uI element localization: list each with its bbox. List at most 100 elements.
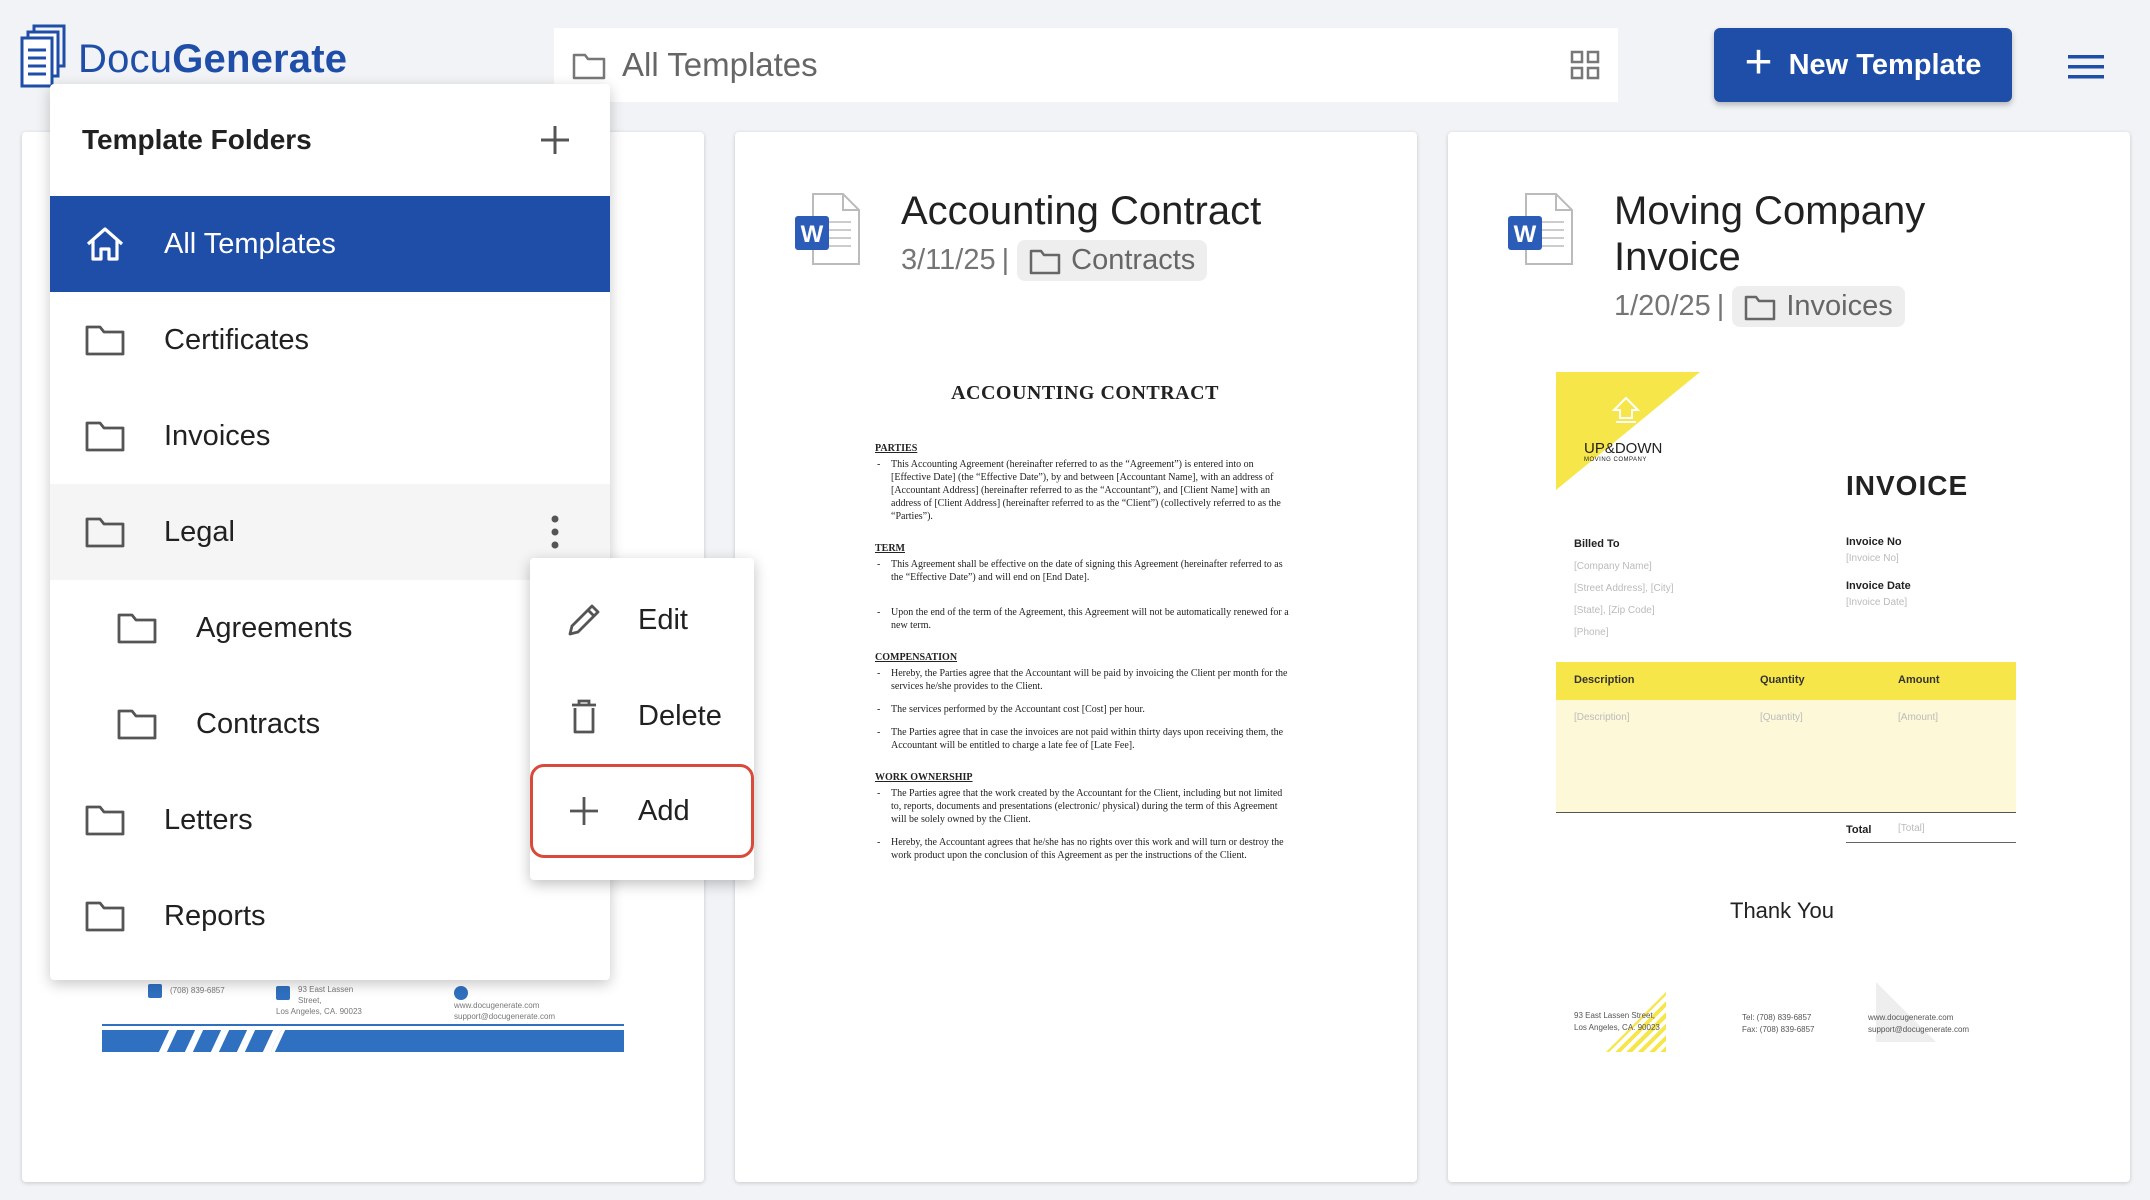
folder-label: Certificates [164, 323, 310, 356]
template-date: 1/20/25 [1614, 290, 1711, 322]
cell-placeholder: [Quantity] [1760, 712, 1803, 723]
menu-item-label: Edit [638, 603, 688, 636]
invoice-date-placeholder: [Invoice Date] [1846, 597, 1908, 608]
preview-section-heading: TERM [875, 543, 905, 554]
folder-item-reports[interactable]: Reports [50, 868, 610, 964]
col-header: Quantity [1760, 674, 1805, 686]
folder-icon [572, 53, 606, 80]
menu-item-delete[interactable]: Delete [530, 668, 754, 764]
folder-icon [117, 613, 157, 644]
hamburger-menu-icon[interactable] [2068, 54, 2104, 80]
col-header: Amount [1898, 674, 1940, 686]
document-preview: ACCOUNTING CONTRACT PARTIES This Account… [875, 382, 1295, 872]
folder-item-agreements[interactable]: Agreements [50, 580, 610, 676]
folder-item-all-templates[interactable]: All Templates [50, 196, 610, 292]
preview-paragraph: The Parties agree that in case the invoi… [875, 726, 1295, 752]
preview-section-heading: PARTIES [875, 443, 918, 454]
separator: | [1716, 290, 1725, 322]
current-folder-label: All Templates [622, 46, 818, 83]
footer-web: www.docugenerate.com support@docugenerate… [1868, 1013, 1970, 1034]
trash-icon [572, 699, 596, 734]
invoice-table: Description Quantity Amount [Description… [1556, 662, 2016, 812]
folder-label: All Templates [164, 227, 336, 260]
col-header: Description [1574, 674, 1635, 686]
folder-icon [85, 325, 125, 356]
preview-paragraph: The Parties agree that the work created … [875, 787, 1295, 826]
document-stack-icon [20, 24, 66, 88]
total-placeholder: [Total] [1898, 823, 1925, 834]
menu-item-label: Add [638, 794, 690, 827]
folder-icon [85, 421, 125, 452]
preview-section-heading: WORK OWNERSHIP [875, 772, 973, 783]
app-brand: DocuGenerate [78, 36, 348, 81]
footer-phone: Tel: (708) 839-6857 Fax: (708) 839-6857 [1742, 1013, 1815, 1034]
footer-address: 93 East Lassen Street, Los Angeles, CA. 9… [1574, 1011, 1660, 1032]
folder-label: Legal [164, 515, 235, 548]
folder-label: Reports [164, 899, 266, 932]
template-date: 3/11/25 [901, 244, 996, 276]
card-footer-phone: (708) 839-6857 [148, 984, 225, 998]
template-card[interactable]: W Accounting Contract 3/11/25 | Contract… [735, 132, 1417, 1182]
thank-you-text: Thank You [1730, 898, 1834, 923]
word-document-icon: W [1508, 193, 1573, 265]
new-template-label: New Template [1788, 48, 1982, 81]
folder-icon [85, 901, 125, 932]
invoice-no-placeholder: [Invoice No] [1846, 553, 1899, 564]
folder-item-invoices[interactable]: Invoices [50, 388, 610, 484]
arrows-icon [1611, 396, 1641, 423]
panel-title: Template Folders [82, 124, 312, 155]
svg-text:W: W [801, 221, 824, 248]
folder-icon [85, 805, 125, 836]
template-title[interactable]: Accounting Contract [901, 188, 1261, 234]
plus-icon [570, 797, 598, 825]
folder-chip[interactable]: Contracts [1017, 240, 1208, 281]
phone-icon [148, 984, 162, 998]
new-template-button[interactable]: + New Template [1714, 28, 2012, 102]
folder-context-menu: Edit Delete Add [530, 558, 754, 880]
template-title[interactable]: Moving Company Invoice [1614, 188, 1925, 280]
grid-view-icon[interactable] [1570, 50, 1600, 80]
cell-placeholder: [Description] [1574, 712, 1630, 723]
folder-label: Letters [164, 803, 253, 836]
folder-item-legal[interactable]: Legal [50, 484, 610, 580]
menu-item-label: Delete [638, 699, 722, 732]
globe-icon [454, 986, 468, 1000]
cell-placeholder: [Amount] [1898, 712, 1939, 723]
add-folder-icon[interactable] [538, 123, 572, 157]
folder-chip[interactable]: Invoices [1732, 286, 1905, 327]
folder-item-certificates[interactable]: Certificates [50, 292, 610, 388]
invoice-brand: UP&DOWN MOVING COMPANY [1584, 440, 1663, 463]
card-footer-address: 93 East Lassen Street, Los Angeles, CA. 9… [276, 985, 362, 1016]
home-icon [86, 227, 124, 261]
template-card[interactable]: W Moving Company Invoice 1/20/25 | Invoic… [1448, 132, 2130, 1182]
folder-item-letters[interactable]: Letters [50, 772, 610, 868]
billed-to-label: Billed To [1574, 538, 1620, 550]
menu-item-add[interactable]: Add [530, 764, 754, 858]
menu-item-edit[interactable]: Edit [530, 572, 754, 668]
invoice-no-label: Invoice No [1846, 536, 1902, 548]
total-label: Total [1846, 824, 1872, 836]
word-document-icon: W [795, 193, 860, 265]
app-logo[interactable]: DocuGenerate [20, 24, 347, 90]
preview-paragraph: Hereby, the Accountant agrees that he/sh… [875, 836, 1295, 862]
folder-icon [1745, 295, 1776, 320]
folder-item-contracts[interactable]: Contracts [50, 676, 610, 772]
invoice-preview: UP&DOWN MOVING COMPANY INVOICE Billed To… [1556, 372, 2016, 1072]
plus-icon: + [1744, 36, 1773, 89]
template-folders-panel: Template Folders All Templates Certifica… [50, 84, 610, 980]
invoice-heading: INVOICE [1846, 470, 1969, 501]
folder-icon [85, 517, 125, 548]
invoice-date-label: Invoice Date [1846, 580, 1911, 592]
folder-label: Invoices [164, 419, 271, 452]
separator: | [1001, 244, 1010, 276]
footer-stripe [102, 1030, 624, 1052]
preview-section-heading: COMPENSATION [875, 652, 958, 663]
current-folder-bar[interactable]: All Templates [554, 28, 1618, 102]
pencil-icon [568, 604, 600, 636]
card-footer-web: www.docugenerate.com support@docugenerate… [454, 984, 555, 1022]
more-options-icon[interactable] [550, 514, 560, 550]
folder-icon [117, 709, 157, 740]
preview-heading: ACCOUNTING CONTRACT [951, 382, 1219, 404]
preview-paragraph: This Agreement shall be effective on the… [875, 558, 1295, 584]
location-icon [276, 986, 290, 1000]
